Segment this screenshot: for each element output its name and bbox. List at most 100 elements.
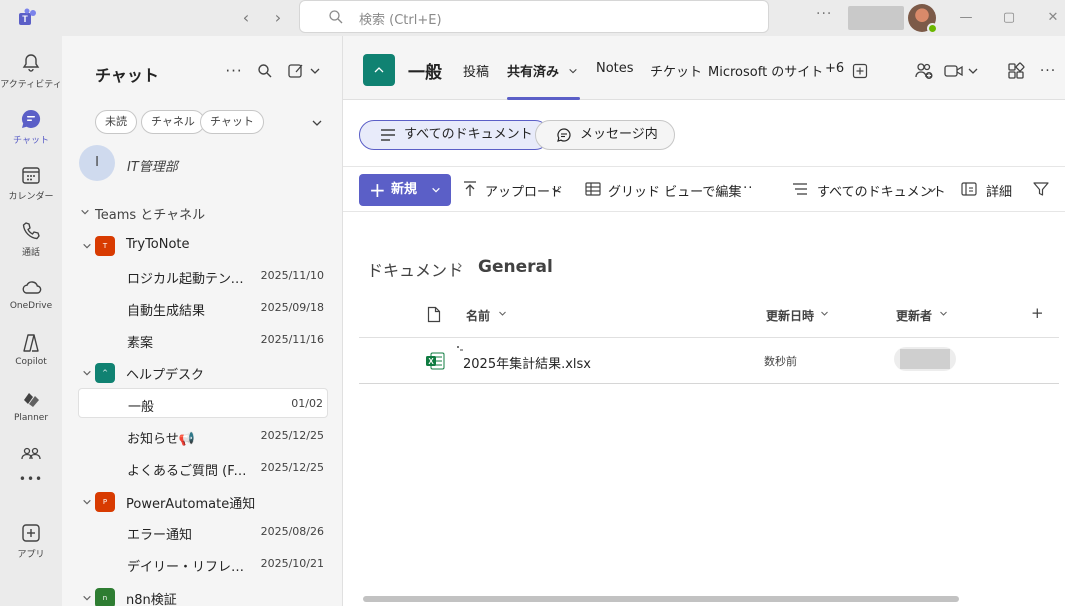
app-rail: アクティビティ チャット カレンダー 通話 OneDrive Copilot P… <box>0 36 62 606</box>
channel-team-avatar[interactable] <box>363 54 395 86</box>
maximize-icon[interactable]: ▢ <box>999 8 1019 28</box>
view-list-icon[interactable] <box>791 180 809 198</box>
minimize-icon[interactable]: — <box>956 8 976 28</box>
all-documents-pill[interactable]: すべてのドキュメント <box>359 120 550 150</box>
tab-overflow-count[interactable]: +6 <box>825 61 844 76</box>
tab-posts[interactable]: 投稿 <box>463 61 489 80</box>
team-row[interactable]: P PowerAutomate通知 <box>78 488 328 516</box>
horizontal-scrollbar[interactable] <box>363 596 959 602</box>
command-more-icon[interactable]: ··· <box>738 181 753 196</box>
search-input[interactable]: 検索 (Ctrl+E) <box>299 0 769 33</box>
table-row[interactable]: X 2025年集計結果.xlsx 数秒前 <box>359 338 1059 384</box>
file-type-icon[interactable] <box>427 306 441 323</box>
column-modified-by[interactable]: 更新者 <box>896 307 932 324</box>
channel-date: 2025/12/25 <box>260 429 324 442</box>
column-name[interactable]: 名前 <box>466 307 490 324</box>
close-icon[interactable]: ✕ <box>1043 8 1063 28</box>
channel-date: 2025/11/16 <box>260 333 324 346</box>
teams-logo-icon[interactable]: T <box>18 8 38 28</box>
details-pane-icon[interactable] <box>960 180 978 198</box>
chat-more-icon[interactable]: ··· <box>224 61 244 81</box>
tab-notes[interactable]: Notes <box>596 61 634 76</box>
new-button[interactable]: + 新規 <box>359 174 451 206</box>
pinned-chat-name[interactable]: IT管理部 <box>127 156 178 175</box>
team-row[interactable]: ^ ヘルプデスク <box>78 359 328 387</box>
rail-item-chat[interactable]: チャット <box>0 98 62 150</box>
chevron-down-icon[interactable] <box>311 117 323 129</box>
tab-shared[interactable]: 共有済み <box>507 61 559 80</box>
people-add-icon[interactable] <box>914 61 934 81</box>
breadcrumb-separator: › <box>457 258 463 274</box>
in-messages-pill[interactable]: メッセージ内 <box>535 120 675 150</box>
chevron-down-icon[interactable] <box>939 309 948 318</box>
rail-item-calls[interactable]: 通話 <box>0 210 62 262</box>
rail-item-activity[interactable]: アクティビティ <box>0 42 62 94</box>
add-column-button[interactable]: + <box>1031 304 1044 322</box>
tab-microsoft-site[interactable]: Microsoft のサイト <box>708 61 823 80</box>
chevron-down-icon[interactable] <box>820 309 829 318</box>
filter-icon[interactable] <box>1032 180 1050 198</box>
search-placeholder: 検索 (Ctrl+E) <box>359 13 442 28</box>
channel-row[interactable]: エラー通知 2025/08/26 <box>78 517 328 547</box>
file-name[interactable]: 2025年集計結果.xlsx <box>463 353 591 372</box>
rail-item-add-app[interactable]: アプリ <box>0 512 62 564</box>
chevron-down-icon[interactable] <box>80 207 90 217</box>
chevron-down-icon[interactable] <box>568 66 578 76</box>
channel-name: よくあるご質問 (FA... <box>127 464 247 479</box>
avatar[interactable]: I <box>79 145 115 181</box>
column-modified[interactable]: 更新日時 <box>766 307 814 324</box>
rail-label: OneDrive <box>9 301 53 311</box>
channel-header: 一般 投稿 共有済み Notes チケット Microsoft のサイト +6 … <box>343 36 1065 100</box>
grid-icon[interactable] <box>584 180 602 198</box>
back-arrow-icon[interactable]: ‹ <box>236 8 256 28</box>
meet-video-button[interactable] <box>943 61 983 81</box>
rail-item-more[interactable]: ••• <box>0 472 62 492</box>
settings-more-icon[interactable]: ··· <box>816 6 836 26</box>
chevron-down-icon[interactable] <box>927 185 937 195</box>
channel-name: お知らせ📢 <box>127 432 195 447</box>
team-row[interactable]: n n8n検証 <box>78 584 328 606</box>
new-chat-button[interactable] <box>287 61 323 81</box>
channel-row-selected[interactable]: 一般 01/02 <box>78 388 328 418</box>
chat-pane-title: チャット <box>95 66 159 85</box>
chevron-down-icon[interactable] <box>551 185 561 195</box>
filter-channels-chip[interactable]: チャネル <box>141 110 205 134</box>
details-button[interactable]: 詳細 <box>986 181 1012 200</box>
filter-chats-chip[interactable]: チャット <box>200 110 264 134</box>
channel-row[interactable]: よくあるご質問 (FA... 2025/12/25 <box>78 453 328 483</box>
channel-row[interactable]: 素案 2025/11/16 <box>78 325 328 355</box>
channel-row[interactable]: ロジカル起動テンプレ 2025/11/10 <box>78 261 328 291</box>
upload-icon[interactable] <box>461 180 479 198</box>
add-tab-icon[interactable] <box>850 61 870 81</box>
new-button-label: 新規 <box>391 182 418 197</box>
apps-group-icon <box>21 447 41 460</box>
team-row[interactable]: T TryToNote <box>78 232 328 260</box>
chat-search-icon[interactable] <box>255 61 275 81</box>
teams-channels-section-label[interactable]: Teams とチャネル <box>95 204 205 223</box>
filter-unread-chip[interactable]: 未読 <box>95 110 137 134</box>
chevron-down-icon[interactable] <box>498 309 507 318</box>
user-avatar[interactable] <box>908 4 938 34</box>
apps-icon[interactable] <box>1006 61 1026 81</box>
rail-item-copilot[interactable]: Copilot <box>0 322 62 374</box>
rail-item-calendar[interactable]: カレンダー <box>0 154 62 206</box>
cloud-icon <box>22 281 42 294</box>
team-name: ヘルプデスク <box>126 368 205 383</box>
tab-tickets[interactable]: チケット <box>650 61 702 80</box>
channel-row[interactable]: お知らせ📢 2025/12/25 <box>78 421 328 451</box>
add-app-icon <box>22 524 40 542</box>
channel-row[interactable]: デイリー・リフレクシ... 2025/10/21 <box>78 549 328 579</box>
channel-more-icon[interactable]: ··· <box>1038 61 1058 81</box>
channel-row[interactable]: 自動生成結果 2025/09/18 <box>78 293 328 323</box>
rail-label: アプリ <box>17 550 45 560</box>
active-tab-indicator <box>507 97 580 100</box>
rail-item-onedrive[interactable]: OneDrive <box>0 266 62 318</box>
breadcrumb-root[interactable]: ドキュメント <box>367 257 463 281</box>
forward-arrow-icon[interactable]: › <box>268 8 288 28</box>
rail-item-planner[interactable]: Planner <box>0 378 62 430</box>
channel-date: 2025/12/25 <box>260 461 324 474</box>
grid-view-edit-button[interactable]: グリッド ビューで編集 <box>608 181 741 200</box>
rail-item-apps-group[interactable] <box>0 432 62 468</box>
rail-label: カレンダー <box>8 192 54 202</box>
presence-available-icon <box>927 23 938 34</box>
